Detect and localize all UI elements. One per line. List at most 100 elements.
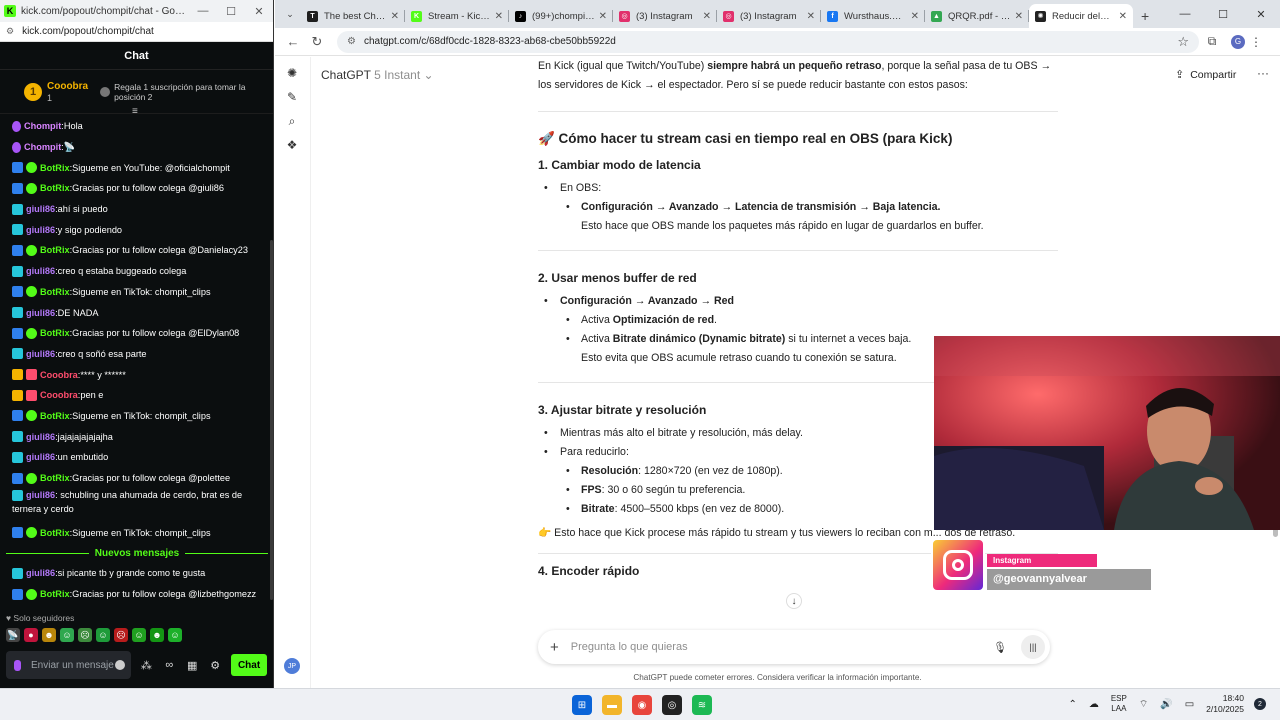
language-indicator[interactable]: ESP LAA xyxy=(1111,694,1127,714)
new-chat-icon[interactable]: ✎ xyxy=(284,89,300,105)
chrome-icon[interactable]: ◉ xyxy=(632,695,652,715)
store-icon[interactable]: ▦ xyxy=(184,659,200,672)
chat-username[interactable]: Chompit xyxy=(24,142,61,152)
tab-close-icon[interactable]: ✕ xyxy=(911,11,919,22)
chat-username[interactable]: BotRix xyxy=(40,328,70,338)
wifi-icon[interactable]: ⌔ xyxy=(1139,698,1148,711)
chat-scrollbar[interactable] xyxy=(270,240,273,600)
send-chat-button[interactable]: Chat xyxy=(231,654,267,676)
voice-mode-icon[interactable]: ||| xyxy=(1021,635,1045,659)
search-icon[interactable]: ⌕ xyxy=(284,113,300,129)
model-selector[interactable]: ChatGPT 5 Instant ⌄ xyxy=(321,68,434,82)
maximize-icon[interactable]: ☐ xyxy=(217,5,245,18)
extensions-icon[interactable]: ⧉ xyxy=(1199,34,1225,49)
more-options-icon[interactable]: ··· xyxy=(1257,66,1269,80)
obs-icon[interactable]: ◎ xyxy=(662,695,682,715)
emote-angry-icon[interactable]: ☹ xyxy=(114,628,128,642)
profile-avatar[interactable]: G xyxy=(1231,34,1245,49)
infinity-icon[interactable]: ∞ xyxy=(161,659,177,671)
tab[interactable]: ◎ (3) Instagram ✕ xyxy=(717,4,821,28)
chat-username[interactable]: giuli86 xyxy=(26,204,55,214)
scroll-down-button[interactable]: ↓ xyxy=(786,593,802,609)
emoji-picker-icon[interactable] xyxy=(115,660,126,670)
chat-username[interactable]: giuli86 xyxy=(26,452,55,462)
dictation-mic-icon[interactable]: 🎙 xyxy=(993,641,1007,654)
tab-close-icon[interactable]: ✕ xyxy=(495,11,503,22)
chat-input[interactable]: Enviar un mensaje xyxy=(6,651,132,679)
emote-red-icon[interactable]: ● xyxy=(24,628,38,642)
file-explorer-icon[interactable]: ▬ xyxy=(602,695,622,715)
attach-plus-icon[interactable]: + xyxy=(550,639,559,656)
chat-username[interactable]: giuli86 xyxy=(26,490,55,500)
tab[interactable]: K Stream - Kick Da ✕ xyxy=(405,4,509,28)
new-tab-button[interactable]: + xyxy=(1141,8,1149,24)
emote-face-icon[interactable]: ☻ xyxy=(42,628,56,642)
reload-icon[interactable]: ↻ xyxy=(305,34,329,50)
chat-username[interactable]: BotRix xyxy=(40,245,70,255)
bookmark-star-icon[interactable]: ☆ xyxy=(1177,34,1189,50)
emote-frog-icon[interactable]: ☺ xyxy=(60,628,74,642)
chat-username[interactable]: BotRix xyxy=(40,473,70,483)
volume-icon[interactable]: 🔊 xyxy=(1160,699,1172,710)
tab[interactable]: f Wursthaus.ec | ✕ xyxy=(821,4,925,28)
chat-username[interactable]: BotRix xyxy=(40,287,70,297)
start-button-icon[interactable]: ⊞ xyxy=(572,695,592,715)
tray-overflow-icon[interactable]: ⌃ xyxy=(1068,699,1076,710)
chat-username[interactable]: giuli86 xyxy=(26,349,55,359)
chat-settings-icon[interactable]: ⚙ xyxy=(207,659,223,672)
kick-url-bar[interactable]: ⚙ kick.com/popout/chompit/chat xyxy=(0,22,273,42)
user-avatar[interactable]: JP xyxy=(284,658,300,674)
emote-pepe-icon[interactable]: ☺ xyxy=(168,628,182,642)
tab-active[interactable]: ✺ Reducir delay C ✕ xyxy=(1029,4,1133,28)
emote-cat-icon[interactable]: ☹ xyxy=(78,628,92,642)
tab-close-icon[interactable]: ✕ xyxy=(391,11,399,22)
emote-blob-icon[interactable]: ☺ xyxy=(132,628,146,642)
emote-wave-icon[interactable]: ☻ xyxy=(150,628,164,642)
address-bar[interactable]: ⚙ chatgpt.com/c/68df0cdc-1828-8323-ab68-… xyxy=(337,30,1199,53)
spotify-icon[interactable]: ≋ xyxy=(692,695,712,715)
chat-username[interactable]: giuli86 xyxy=(26,266,55,276)
tab-close-icon[interactable]: ✕ xyxy=(807,11,815,22)
close-icon[interactable]: ✕ xyxy=(1242,0,1280,28)
library-icon[interactable]: ❖ xyxy=(284,137,300,153)
chat-username[interactable]: BotRix xyxy=(40,183,70,193)
notification-badge[interactable]: 2 xyxy=(1254,698,1266,710)
site-info-icon[interactable]: ⚙ xyxy=(6,26,14,37)
tab[interactable]: ▲ QRQR.pdf - Goo ✕ xyxy=(925,4,1029,28)
chat-username[interactable]: BotRix xyxy=(40,589,70,599)
clock[interactable]: 18:40 2/10/2025 xyxy=(1206,693,1244,715)
pinned-user-block[interactable]: Cooobra 1 xyxy=(47,81,88,103)
tab[interactable]: T The best ChatB... ✕ xyxy=(301,4,405,28)
back-arrow-icon[interactable]: ← xyxy=(281,34,305,49)
chat-username[interactable]: Cooobra xyxy=(40,390,78,400)
tab-close-icon[interactable]: ✕ xyxy=(599,11,607,22)
chat-username[interactable]: BotRix xyxy=(40,411,70,421)
site-settings-icon[interactable]: ⚙ xyxy=(347,36,356,47)
tab-close-icon[interactable]: ✕ xyxy=(1119,11,1127,22)
chat-username[interactable]: giuli86 xyxy=(26,432,55,442)
chat-username[interactable]: giuli86 xyxy=(26,308,55,318)
bot-commands-icon[interactable]: ⁂ xyxy=(138,659,154,672)
chat-username[interactable]: giuli86 xyxy=(26,225,55,235)
emote-green-icon[interactable]: ☺ xyxy=(96,628,110,642)
minimize-icon[interactable]: — xyxy=(189,5,217,17)
chat-username[interactable]: giuli86 xyxy=(26,568,55,578)
openai-logo-icon[interactable]: ✺ xyxy=(284,65,300,81)
prompt-composer[interactable]: + Pregunta lo que quieras 🎙 ||| xyxy=(538,630,1050,664)
chat-username[interactable]: BotRix xyxy=(40,528,70,538)
minimize-icon[interactable]: — xyxy=(1166,0,1204,28)
tab[interactable]: ♪ (99+)chompit_c... ✕ xyxy=(509,4,613,28)
chat-username[interactable]: BotRix xyxy=(40,163,70,173)
tab-close-icon[interactable]: ✕ xyxy=(1015,11,1023,22)
chat-username[interactable]: Cooobra xyxy=(40,370,78,380)
maximize-icon[interactable]: ☐ xyxy=(1204,0,1242,28)
battery-icon[interactable]: ▭ xyxy=(1185,699,1194,710)
close-icon[interactable]: ✕ xyxy=(245,5,273,18)
tab-search-icon[interactable]: ⌄ xyxy=(279,3,301,25)
emote-satellite-icon[interactable]: 📡 xyxy=(6,628,20,642)
chrome-menu-icon[interactable]: ⋮ xyxy=(1245,35,1267,49)
tab-close-icon[interactable]: ✕ xyxy=(703,11,711,22)
gift-prompt[interactable]: Regala 1 suscripción para tomar la posic… xyxy=(100,82,260,102)
cloud-icon[interactable]: ☁ xyxy=(1089,699,1099,710)
tab[interactable]: ◎ (3) Instagram ✕ xyxy=(613,4,717,28)
